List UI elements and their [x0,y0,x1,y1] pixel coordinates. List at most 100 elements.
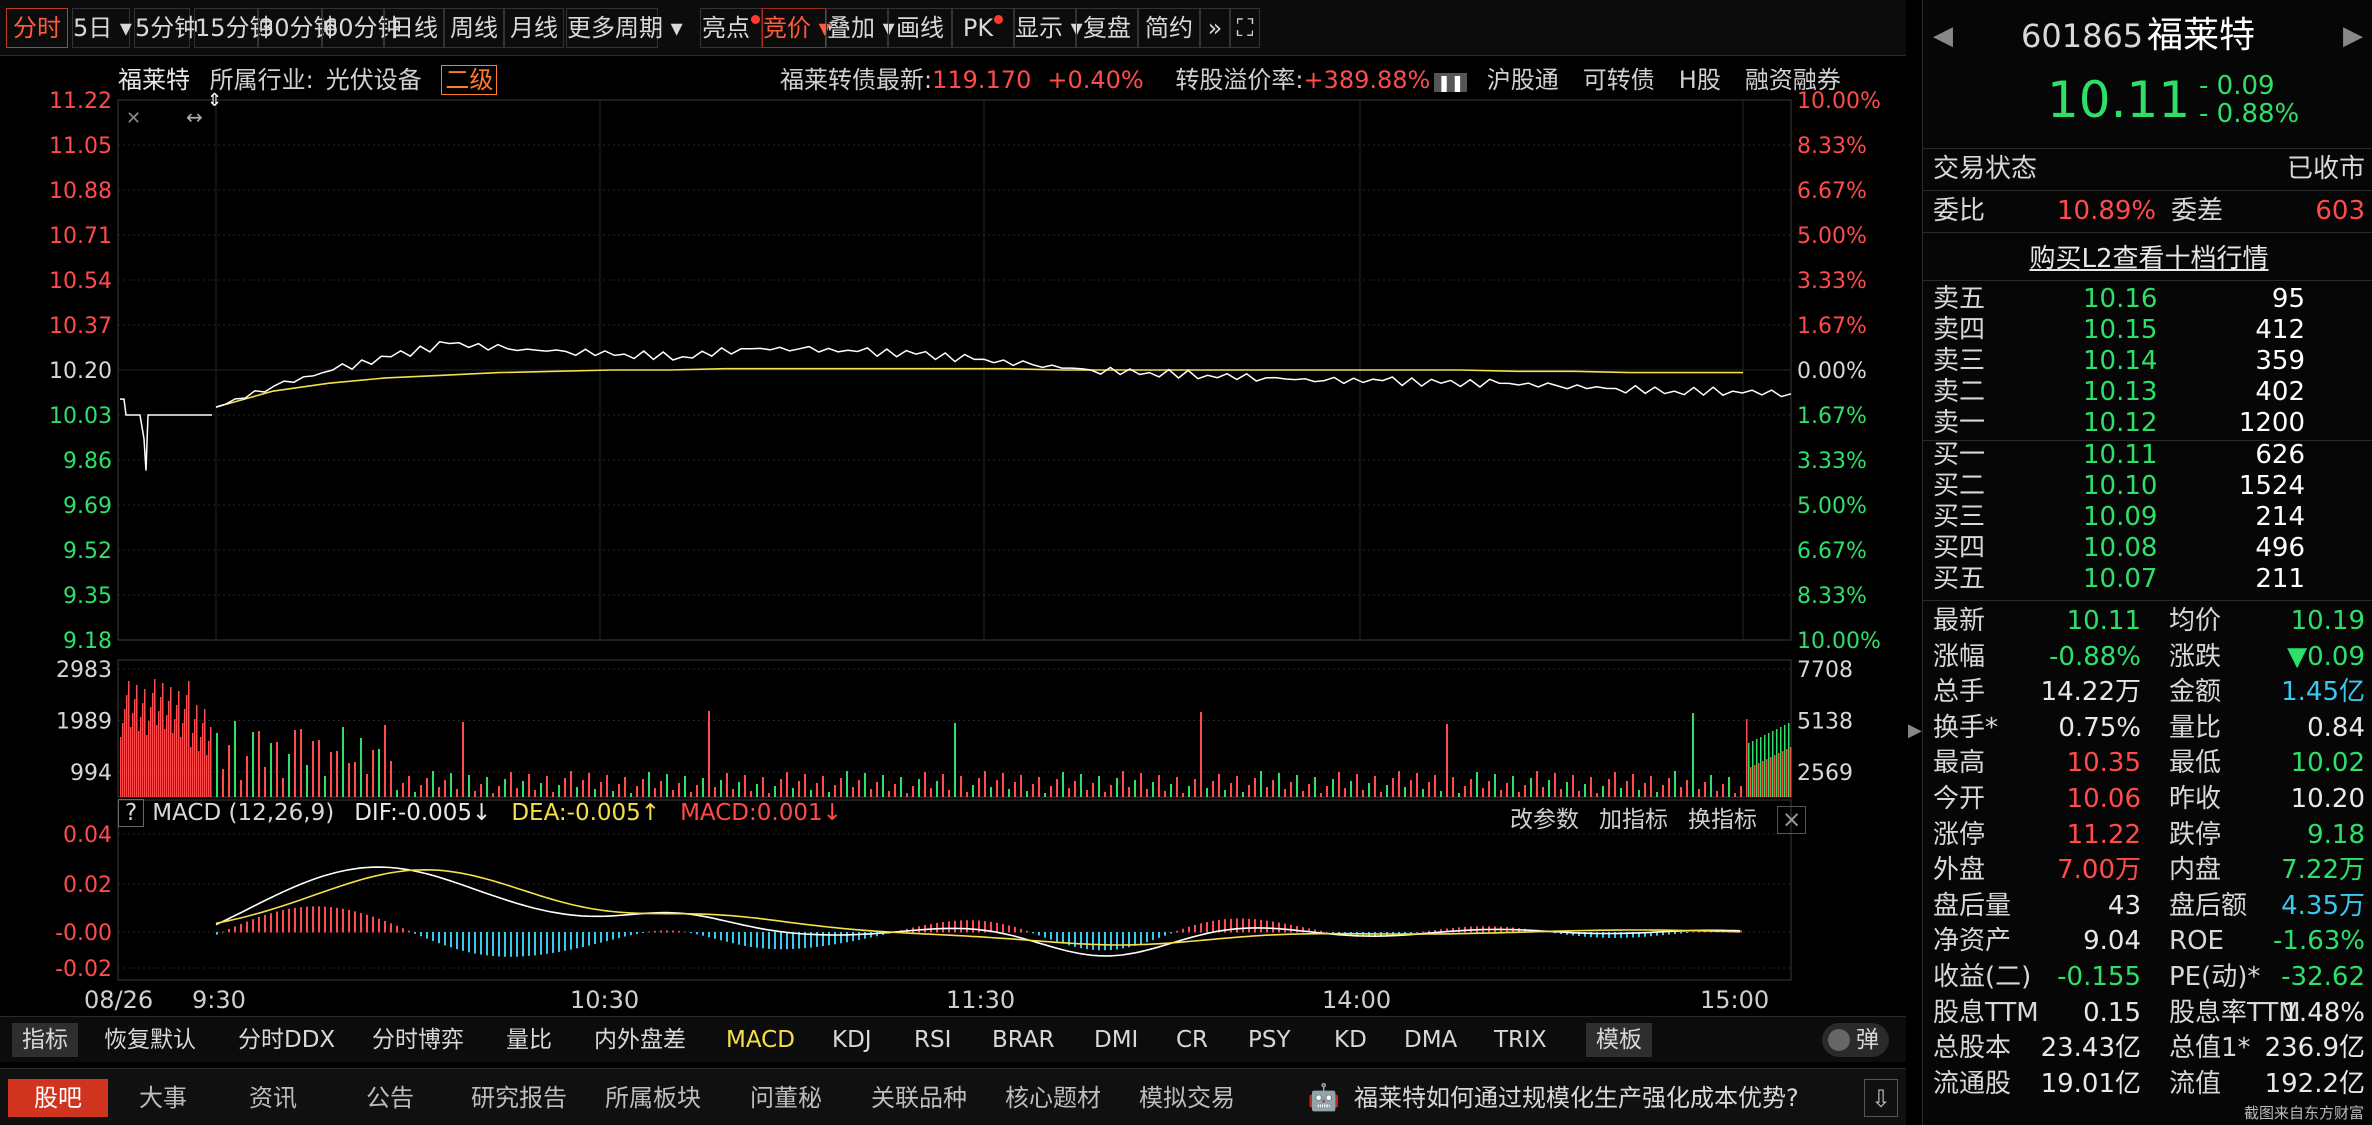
switch-indicator-button[interactable]: 换指标 [1688,807,1757,833]
tab-themes[interactable]: 核心题材 [986,1079,1120,1117]
ask-row[interactable]: 卖二 10.13 402 [1933,377,2365,408]
macd-bar [1134,932,1136,946]
tab-cr[interactable]: CR [1176,1023,1208,1057]
level-label: 卖五 [1933,284,1986,314]
macd-bar [1032,932,1034,934]
tab-macd[interactable]: MACD [726,1023,795,1057]
reset-default-button[interactable]: 恢复默认 [104,1023,196,1057]
tab-sectors[interactable]: 所属板块 [586,1079,720,1117]
volume-bar [900,777,902,797]
template-button[interactable]: 模板 [1586,1023,1652,1057]
tab-monthly[interactable]: 月线 [504,8,564,48]
stat-label: 跌停 [2169,819,2222,850]
ask-row[interactable]: 卖一 10.12 1200 [1933,408,2365,439]
tab-intraday[interactable]: 分时 [6,8,68,48]
volume-bar [1572,775,1574,797]
bid-row[interactable]: 买一 10.11 626 [1933,440,2365,471]
tab-events[interactable]: 大事 [108,1079,218,1117]
display-button[interactable]: 显示 ▾ [1014,8,1083,48]
tab-announcements[interactable]: 公告 [328,1079,452,1117]
tab-5min[interactable]: 5分钟 [134,8,198,48]
indicator-label[interactable]: 指标 [12,1023,78,1057]
volume-bar [246,756,248,797]
overlay-button[interactable]: 叠加 ▾ [826,8,895,48]
tab-game[interactable]: 分时博弈 [372,1023,464,1057]
popup-toggle[interactable]: 弹 [1822,1023,1889,1057]
ai-question-link[interactable]: 福莱特如何通过规模化生产强化成本优势? [1354,1079,1799,1117]
l2-upgrade-link[interactable]: 购买L2查看十档行情 [1933,244,2365,275]
pct-tick-label: 8.33% [1797,584,1867,609]
bid-row[interactable]: 买五 10.07 211 [1933,564,2365,595]
volume-bar [1326,786,1328,797]
tab-dmi[interactable]: DMI [1094,1023,1138,1057]
tab-psy[interactable]: PSY [1248,1023,1291,1057]
tab-kd[interactable]: KD [1334,1023,1367,1057]
tab-simulated-trading[interactable]: 模拟交易 [1120,1079,1254,1117]
level-volume: 626 [2255,440,2305,470]
tab-news[interactable]: 资讯 [218,1079,328,1117]
help-icon[interactable]: ? [118,799,145,827]
macd-bar [750,932,752,947]
tab-trix[interactable]: TRIX [1494,1023,1547,1057]
tab-ask-secretary[interactable]: 问董秘 [720,1079,852,1117]
volume-bar [1650,776,1652,797]
collapse-panel-icon[interactable]: ▶ [1908,720,1922,800]
close-icon[interactable]: × [1777,806,1807,834]
macd-bar [600,932,602,943]
volume-bar [876,782,878,797]
tab-5day[interactable]: 5日 ▾ [72,8,132,48]
tab-5day-label: 5日 [73,14,113,42]
tab-60min[interactable]: 60分钟 [322,8,402,48]
volume-bar [1092,783,1094,797]
ask-row[interactable]: 卖三 10.14 359 [1933,346,2365,377]
bid-row[interactable]: 买三 10.09 214 [1933,502,2365,533]
tab-more-periods[interactable]: 更多周期 ▾ [566,8,683,48]
tab-brar[interactable]: BRAR [992,1023,1055,1057]
tab-15min[interactable]: 15分钟 [194,8,274,48]
highlight-button[interactable]: 亮点 [700,8,762,48]
tab-kdj[interactable]: KDJ [832,1023,872,1057]
resize-vertical-icon[interactable]: ⇕ [207,90,222,111]
volume-bar [636,786,638,797]
volume-bar [1152,782,1154,797]
tab-rsi[interactable]: RSI [914,1023,951,1057]
simple-button[interactable]: 简约 [1138,8,1200,48]
download-icon[interactable]: ⇩ [1864,1079,1898,1117]
volume-bar [660,781,662,797]
draw-button[interactable]: 画线 [888,8,952,48]
volume-bar [756,784,758,797]
bid-row[interactable]: 买四 10.08 496 [1933,533,2365,564]
volume-bar [1458,793,1460,797]
tab-weekly[interactable]: 周线 [444,8,504,48]
tab-inout-diff[interactable]: 内外盘差 [594,1023,686,1057]
pk-button[interactable]: PK [952,8,1014,48]
add-indicator-button[interactable]: 加指标 [1599,807,1668,833]
volume-bar [978,778,980,797]
prev-stock-icon[interactable]: ◀ [1933,16,1953,56]
level-volume: 496 [2255,533,2305,563]
tab-research[interactable]: 研究报告 [452,1079,586,1117]
forward-icon[interactable]: » [1200,8,1230,48]
replay-button[interactable]: 复盘 [1076,8,1138,48]
tab-volume-ratio[interactable]: 量比 [506,1023,552,1057]
change-params-button[interactable]: 改参数 [1510,807,1579,833]
auction-button[interactable]: 竞价 ▾ [762,8,831,48]
tab-dma[interactable]: DMA [1404,1023,1457,1057]
ask-row[interactable]: 卖四 10.15 412 [1933,315,2365,346]
volume-bar [1470,779,1472,797]
macd-bar [330,907,332,933]
tab-related[interactable]: 关联品种 [852,1079,986,1117]
fullscreen-icon[interactable]: ⛶ [1230,8,1260,48]
tab-guba[interactable]: 股吧 [8,1079,108,1117]
volume-bar [1482,788,1484,797]
tab-30min[interactable]: 30分钟 [258,8,338,48]
tab-daily[interactable]: 日线 [384,8,444,48]
next-stock-icon[interactable]: ▶ [2343,16,2363,56]
resize-icon[interactable]: ↔ [186,105,203,129]
close-icon[interactable]: ✕ [126,108,141,129]
volume-bar [1416,773,1418,797]
price-tick-label: 10.71 [49,224,112,249]
bid-row[interactable]: 买二 10.10 1524 [1933,471,2365,502]
ask-row[interactable]: 卖五 10.16 95 [1933,284,2365,315]
tab-ddx[interactable]: 分时DDX [238,1023,335,1057]
